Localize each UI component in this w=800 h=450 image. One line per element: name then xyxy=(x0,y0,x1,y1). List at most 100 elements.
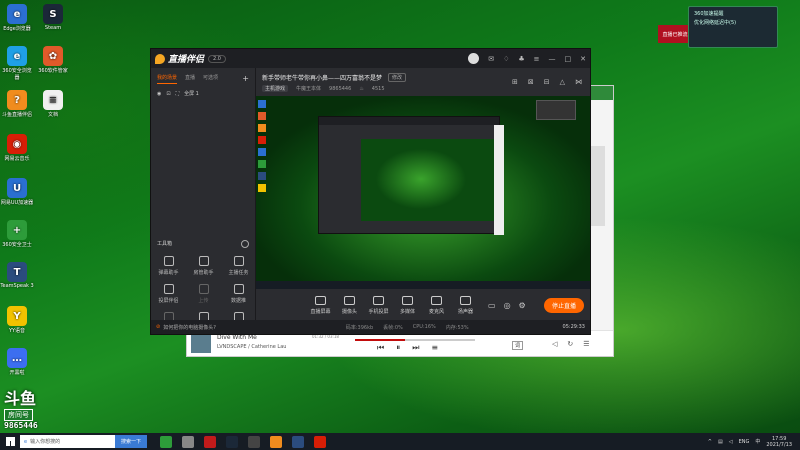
scene-item[interactable]: ◉ ⊡ ⛶ 全屏 1 xyxy=(151,84,255,103)
network-icon[interactable]: ▤ xyxy=(718,439,723,445)
live-companion-window[interactable]: 直播伴侣 2.0 ✉ ♢ ♣ ≡ — □ ✕ 我的场景 直播 可选项 + ◉ ⊡… xyxy=(150,48,591,335)
taskbar-teamspeak-icon[interactable] xyxy=(292,435,305,448)
notify-icon[interactable]: △ xyxy=(560,78,565,86)
prev-icon[interactable]: ⏮ xyxy=(377,343,384,353)
skin-icon[interactable]: ♣ xyxy=(518,55,524,63)
nested-side xyxy=(494,125,504,235)
lyric-button[interactable]: 词 xyxy=(512,341,524,350)
taskbar-music-icon[interactable] xyxy=(314,435,327,448)
progress-track[interactable] xyxy=(355,339,475,341)
maximize-icon[interactable]: □ xyxy=(565,55,572,63)
tray-up-icon[interactable]: ^ xyxy=(708,439,712,445)
start-button[interactable] xyxy=(0,433,20,450)
taskbar-folder-icon[interactable] xyxy=(182,435,195,448)
clock[interactable]: 17:59 2021/7/13 xyxy=(766,436,792,448)
desktop-icon[interactable]: ? 斗鱼直播伴侣 xyxy=(0,90,34,118)
next-icon[interactable]: ⏭ xyxy=(412,343,419,353)
eye-icon[interactable]: ◎ xyxy=(504,301,511,310)
pause-icon[interactable]: ⏸ xyxy=(396,343,400,353)
desktop-icon[interactable]: ≡ 文档 xyxy=(36,90,70,118)
edit-title-button[interactable]: 修改 xyxy=(388,73,407,82)
layout-icon[interactable]: ⊟ xyxy=(544,78,550,86)
tool-item[interactable]: 数据推 xyxy=(221,284,256,304)
desktop-icon[interactable]: U 网易UU加速器 xyxy=(0,178,34,206)
settings-icon[interactable]: ⚙ xyxy=(519,301,526,310)
search-input[interactable]: e 输入你想搜的 xyxy=(20,435,115,448)
tab-live[interactable]: 直播 xyxy=(185,74,195,84)
progress-fill xyxy=(355,339,406,341)
desktop-icon[interactable]: ◉ 网易云音乐 xyxy=(0,134,34,162)
close-icon[interactable]: ✕ xyxy=(580,55,586,63)
app-brand: 直播伴侣 xyxy=(155,52,204,65)
loop-icon[interactable]: ↻ xyxy=(567,340,573,348)
desktop-icon[interactable]: ✿ 360软件管家 xyxy=(36,46,70,74)
search-engine-icon: e xyxy=(24,438,28,445)
bell-icon[interactable]: ♢ xyxy=(503,55,509,63)
desktop-icon-label: 文档 xyxy=(47,112,58,118)
control-button[interactable]: 多媒体 xyxy=(393,296,422,315)
avatar[interactable] xyxy=(468,53,480,64)
control-icon xyxy=(402,296,413,305)
playlist-icon[interactable]: ≡ xyxy=(431,343,438,353)
tool-label: 房管助手 xyxy=(193,270,214,276)
taskbar-app-icon[interactable] xyxy=(248,435,261,448)
taskbar-game-icon[interactable] xyxy=(204,435,217,448)
lock-icon[interactable]: ⊡ xyxy=(166,91,170,97)
eye-icon[interactable]: ◉ xyxy=(157,91,161,97)
tool-item[interactable]: 上传 xyxy=(186,284,221,304)
desktop-icon[interactable]: T TeamSpeak 3 xyxy=(0,262,34,289)
control-icon xyxy=(460,296,471,305)
control-button[interactable]: 扬声器 xyxy=(451,296,480,315)
tool-item[interactable]: 房管助手 xyxy=(186,256,221,276)
taskbar-360-icon[interactable] xyxy=(160,435,173,448)
status-warning[interactable]: 如何把你的电脑摄像头? xyxy=(163,324,216,331)
control-button[interactable]: 麦克风 xyxy=(422,296,451,315)
minimize-icon[interactable]: — xyxy=(549,55,556,63)
volume-icon[interactable]: ◁ xyxy=(552,340,557,348)
control-button[interactable]: 摄像头 xyxy=(335,296,364,315)
desktop-icon[interactable]: Y YY语音 xyxy=(0,306,34,334)
gear-icon[interactable] xyxy=(241,240,249,248)
tool-item[interactable]: 弹幕助手 xyxy=(151,256,186,276)
stream-preview[interactable] xyxy=(256,96,590,289)
control-label: 麦克风 xyxy=(428,309,444,315)
desktop-icon[interactable]: e Edge浏览器 xyxy=(0,4,34,32)
taskbar-steam-icon[interactable] xyxy=(226,435,239,448)
tab-scenes[interactable]: 我的场景 xyxy=(157,74,178,84)
notification-popup[interactable]: 360加速提醒 优化网络延迟中(5) xyxy=(688,6,778,48)
taskbar: e 输入你想搜的 搜索一下 ^ ▤ ◁ ENG 中 17:59 2021/7/1… xyxy=(0,433,800,450)
queue-icon[interactable]: ☰ xyxy=(583,340,589,348)
tool-item[interactable]: 投屏伴侣 xyxy=(151,284,186,304)
message-icon[interactable]: ✉ xyxy=(488,55,494,63)
record-icon[interactable]: ⊠ xyxy=(528,78,534,86)
taskbar-douyu-icon[interactable] xyxy=(270,435,283,448)
desktop-icon-label: 网易云音乐 xyxy=(4,156,30,162)
app-icon: S xyxy=(43,4,63,24)
desktop-icon[interactable]: e 360安全浏览器 xyxy=(0,46,34,81)
desktop-icon[interactable]: … 开黑啦 xyxy=(0,348,34,376)
gift-icon[interactable]: ⊞ xyxy=(512,78,518,86)
music-scrollbar[interactable] xyxy=(591,146,605,226)
input-lang[interactable]: ENG xyxy=(739,439,750,445)
live-started-toast[interactable]: 直播已推流 xyxy=(658,25,692,43)
share-icon[interactable]: ⋈ xyxy=(575,78,582,86)
search-button[interactable]: 搜索一下 xyxy=(115,435,148,448)
music-controls: ⏮ ⏸ ⏭ ≡ xyxy=(377,343,438,353)
add-scene-button[interactable]: + xyxy=(242,74,249,84)
control-button[interactable]: 直播屏幕 xyxy=(306,296,335,315)
category-badge[interactable]: 主机游戏 xyxy=(262,85,289,92)
ime-indicator[interactable]: 中 xyxy=(755,438,760,445)
menu-icon[interactable]: ≡ xyxy=(534,55,540,63)
control-icon xyxy=(431,296,442,305)
control-button[interactable]: 手机投屏 xyxy=(364,296,393,315)
desktop-icon[interactable]: S Steam xyxy=(36,4,70,31)
tool-item[interactable]: 主播任务 xyxy=(221,256,256,276)
app-icon: ✿ xyxy=(43,46,63,66)
tab-options[interactable]: 可选项 xyxy=(203,74,218,84)
camera-icon[interactable]: ▭ xyxy=(488,301,496,310)
tool-label: 数据推 xyxy=(230,298,246,304)
volume-tray-icon[interactable]: ◁ xyxy=(729,439,733,445)
desktop-icon[interactable]: +360安全卫士 xyxy=(0,220,34,248)
version-pill[interactable]: 2.0 xyxy=(208,54,226,63)
stop-live-button[interactable]: 停止直播 xyxy=(543,298,584,313)
